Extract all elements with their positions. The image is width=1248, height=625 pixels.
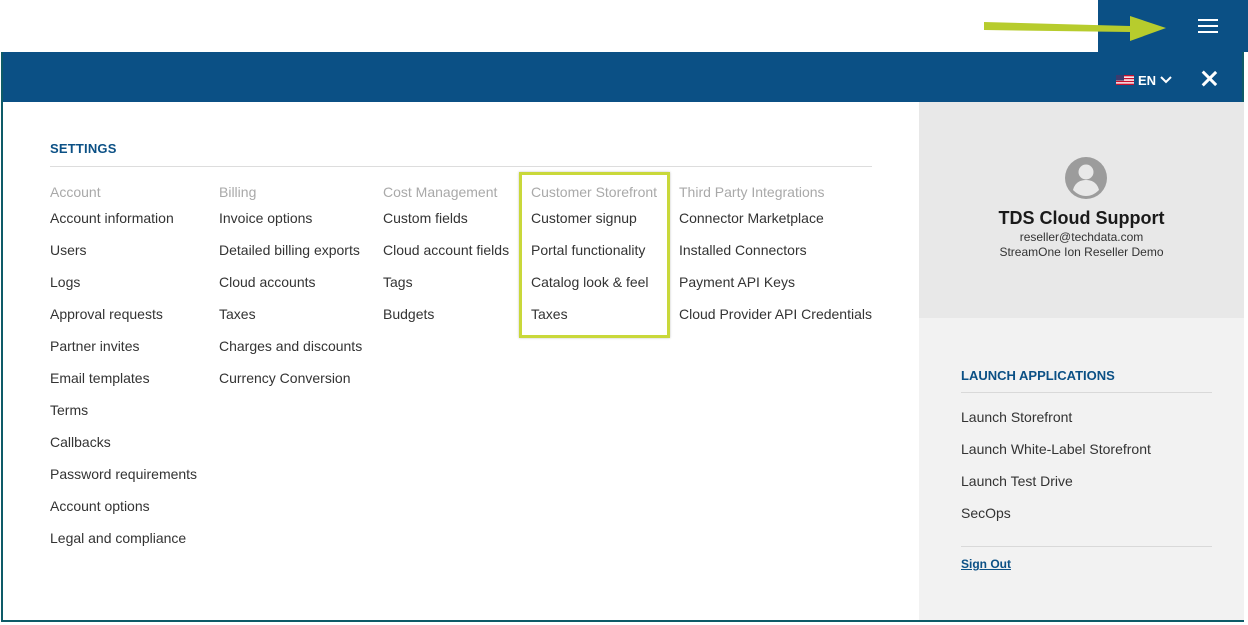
column-heading: Cost Management <box>383 184 498 200</box>
menu-link-partner-invites[interactable]: Partner invites <box>50 338 197 354</box>
menu-link-cloud-accounts[interactable]: Cloud accounts <box>219 274 362 290</box>
menu-link-account-options[interactable]: Account options <box>50 498 197 514</box>
user-organization: StreamOne Ion Reseller Demo <box>999 245 1164 259</box>
launch-applications-title: LAUNCH APPLICATIONS <box>961 368 1115 383</box>
user-name: TDS Cloud Support <box>998 208 1165 228</box>
us-flag-icon <box>1116 75 1134 85</box>
menu-link-customer-signup[interactable]: Customer signup <box>531 210 657 226</box>
divider <box>961 392 1212 393</box>
user-profile-card: TDS Cloud Support reseller@techdata.com … <box>919 102 1244 318</box>
menu-link-charges-and-discounts[interactable]: Charges and discounts <box>219 338 362 354</box>
menu-link-callbacks[interactable]: Callbacks <box>50 434 197 450</box>
menu-link-billing-taxes[interactable]: Taxes <box>219 306 362 322</box>
divider <box>50 166 872 167</box>
sign-out-link[interactable]: Sign Out <box>961 557 1011 571</box>
settings-column-account: Account Account information Users Logs A… <box>50 184 197 546</box>
menu-link-installed-connectors[interactable]: Installed Connectors <box>679 242 872 258</box>
hamburger-menu-icon[interactable] <box>1198 16 1220 34</box>
account-sidebar: TDS Cloud Support reseller@techdata.com … <box>919 102 1244 620</box>
launch-white-label-storefront-link[interactable]: Launch White-Label Storefront <box>961 441 1151 457</box>
settings-column-customer-storefront: Customer Storefront Customer signup Port… <box>531 184 657 322</box>
menu-link-tags[interactable]: Tags <box>383 274 509 290</box>
menu-link-payment-api-keys[interactable]: Payment API Keys <box>679 274 872 290</box>
menu-link-budgets[interactable]: Budgets <box>383 306 509 322</box>
menu-link-cloud-provider-api-credentials[interactable]: Cloud Provider API Credentials <box>679 306 872 322</box>
launch-storefront-link[interactable]: Launch Storefront <box>961 409 1151 425</box>
user-email: reseller@techdata.com <box>1019 230 1144 244</box>
menu-link-users[interactable]: Users <box>50 242 197 258</box>
menu-link-password-requirements[interactable]: Password requirements <box>50 466 197 482</box>
close-icon[interactable] <box>1200 69 1218 87</box>
menu-link-terms[interactable]: Terms <box>50 402 197 418</box>
column-heading: Third Party Integrations <box>679 184 825 200</box>
user-avatar-icon <box>1065 157 1107 199</box>
secops-link[interactable]: SecOps <box>961 505 1151 521</box>
menu-link-invoice-options[interactable]: Invoice options <box>219 210 362 226</box>
settings-column-billing: Billing Invoice options Detailed billing… <box>219 184 362 386</box>
settings-column-third-party-integrations: Third Party Integrations Connector Marke… <box>679 184 872 322</box>
settings-column-cost-management: Cost Management Custom fields Cloud acco… <box>383 184 509 322</box>
menu-link-logs[interactable]: Logs <box>50 274 197 290</box>
menu-link-portal-functionality[interactable]: Portal functionality <box>531 242 657 258</box>
column-heading: Account <box>50 184 101 200</box>
menu-link-cloud-account-fields[interactable]: Cloud account fields <box>383 242 509 258</box>
launch-applications-list: Launch Storefront Launch White-Label Sto… <box>961 409 1151 537</box>
settings-title: SETTINGS <box>50 141 117 156</box>
settings-menu-panel: EN SETTINGS Account Account information … <box>1 52 1244 622</box>
menu-link-detailed-billing-exports[interactable]: Detailed billing exports <box>219 242 362 258</box>
language-label: EN <box>1138 72 1157 88</box>
annotation-arrow-icon <box>984 16 1166 41</box>
column-heading: Customer Storefront <box>531 184 658 200</box>
menu-link-currency-conversion[interactable]: Currency Conversion <box>219 370 362 386</box>
menu-link-legal-and-compliance[interactable]: Legal and compliance <box>50 530 197 546</box>
menu-link-email-templates[interactable]: Email templates <box>50 370 197 386</box>
menu-link-account-information[interactable]: Account information <box>50 210 197 226</box>
chevron-down-icon <box>1160 76 1172 84</box>
column-heading: Billing <box>219 184 257 200</box>
menu-link-custom-fields[interactable]: Custom fields <box>383 210 509 226</box>
language-selector[interactable]: EN <box>1116 72 1172 88</box>
menu-link-storefront-taxes[interactable]: Taxes <box>531 306 657 322</box>
menu-link-connector-marketplace[interactable]: Connector Marketplace <box>679 210 872 226</box>
menu-link-catalog-look-and-feel[interactable]: Catalog look & feel <box>531 274 657 290</box>
launch-test-drive-link[interactable]: Launch Test Drive <box>961 473 1151 489</box>
divider <box>961 546 1212 547</box>
panel-header: EN <box>3 52 1242 102</box>
menu-link-approval-requests[interactable]: Approval requests <box>50 306 197 322</box>
